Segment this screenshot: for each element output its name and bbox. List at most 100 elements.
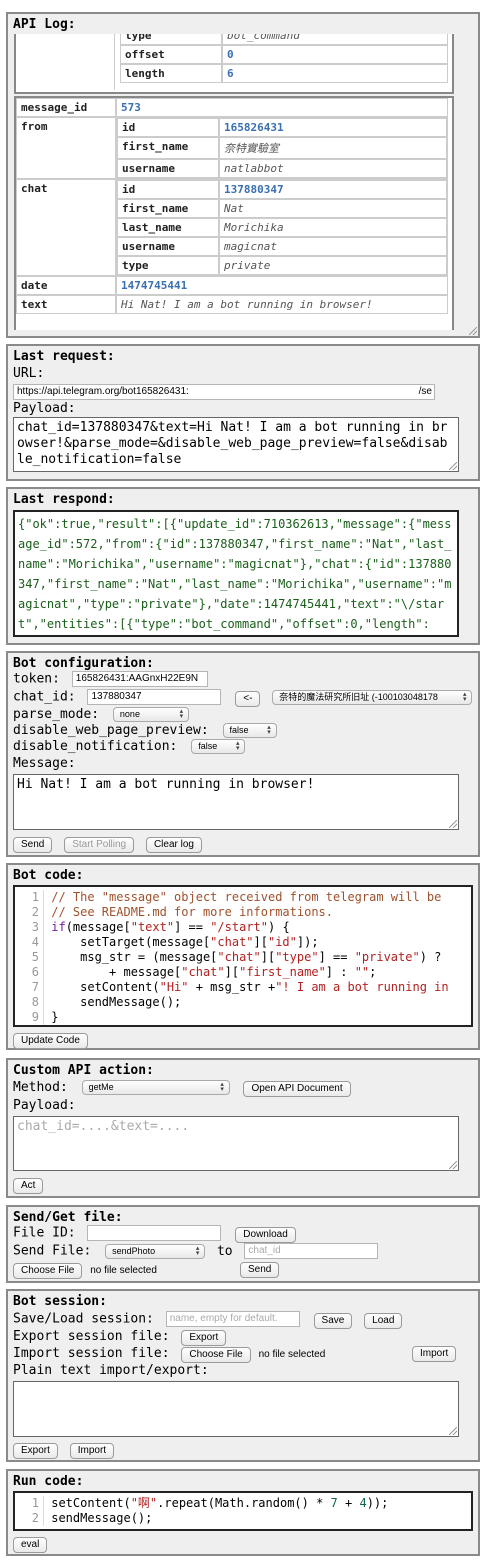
api-payload-textarea[interactable]: chat_id=....&text=.... <box>13 1116 459 1171</box>
line-number: 5 <box>15 950 44 965</box>
line-number: 6 <box>15 965 44 980</box>
notification-select[interactable]: false ▴ ▾ <box>191 739 246 754</box>
last-respond-panel: Last respond: {"ok":true,"result":[{"upd… <box>6 487 480 645</box>
payload-textarea[interactable]: chat_id=137880347&text=Hi Nat! I am a bo… <box>13 417 459 472</box>
export-session-file-button[interactable]: Export <box>181 1330 227 1346</box>
chat-select[interactable]: 奈特的魔法研究所旧址 (-100103048178 ▴ ▾ <box>272 689 473 705</box>
message-label: Message: <box>13 756 76 771</box>
log-key: text <box>16 295 116 314</box>
chat-key: username <box>117 237 219 256</box>
resize-grip-icon[interactable] <box>469 327 477 335</box>
code-line: 4 setTarget(message["chat"]["id"]); <box>15 935 471 950</box>
entity-row: length 6 <box>120 64 448 83</box>
session-name-input[interactable]: name, empty for default. <box>165 1311 300 1327</box>
send-file-panel: Send/Get file: File ID: Download Send Fi… <box>6 1205 480 1283</box>
resize-grip-icon[interactable] <box>449 820 457 828</box>
api-payload-placeholder: chat_id=....&text=.... <box>17 1119 190 1134</box>
chat-id-label: chat_id: <box>13 689 76 705</box>
update-code-button[interactable]: Update Code <box>13 1033 88 1049</box>
code-editor[interactable]: 1 // The "message" object received from … <box>13 885 473 1027</box>
plain-text-textarea[interactable] <box>13 1381 459 1437</box>
chat-id-input[interactable]: 137880347 <box>87 689 222 705</box>
import-session-file-button[interactable]: Import <box>412 1346 457 1362</box>
log-value: 573 <box>116 98 448 117</box>
select-arrows-icon: ▴ ▾ <box>235 740 240 752</box>
message-textarea[interactable]: Hi Nat! I am a bot running in browser! <box>13 774 459 830</box>
chat-key: type <box>117 256 219 275</box>
entities-block: type bot_command offset 0 length 6 <box>14 34 454 94</box>
clear-log-button[interactable]: Clear log <box>145 837 202 853</box>
custom-api-panel: Custom API action: Method: getMe ▴ ▾ Open … <box>6 1058 480 1198</box>
export-text-button[interactable]: Export <box>13 1443 58 1459</box>
url-suffix: /se <box>418 386 432 397</box>
target-chat-input[interactable]: chat_id <box>244 1243 379 1259</box>
run-code-title: Run code: <box>13 1474 84 1489</box>
chat-row: username magicnat <box>117 237 447 256</box>
url-value: https://api.telegram.org/bot165826431: <box>17 386 189 397</box>
send-button[interactable]: Send <box>13 837 53 853</box>
choose-file-button[interactable]: Choose File <box>13 1263 83 1279</box>
entity-row: offset 0 <box>120 45 448 64</box>
entity-value: 6 <box>222 64 448 83</box>
bot-code-panel: Bot code: 1 // The "message" object rece… <box>6 863 480 1050</box>
method-select[interactable]: getMe ▴ ▾ <box>81 1080 230 1095</box>
code-line: 8 sendMessage(); <box>15 995 471 1010</box>
preview-value: false <box>229 725 249 735</box>
chat-table: id 137880347 first_name Nat last_name Moric… <box>117 180 447 275</box>
method-label: Method: <box>13 1080 68 1095</box>
entity-key: type <box>120 34 222 45</box>
line-number: 4 <box>15 935 44 950</box>
send-file-label: Send File: <box>13 1243 92 1259</box>
code-line: 2 // See README.md for more informations… <box>15 905 471 920</box>
chat-row: type private <box>117 256 447 275</box>
select-arrows-icon: ▴ ▾ <box>179 708 184 720</box>
url-field[interactable]: https://api.telegram.org/bot165826431: /… <box>13 384 435 400</box>
choose-session-file-button[interactable]: Choose File <box>181 1347 251 1363</box>
send-method-select[interactable]: sendPhoto ▴ ▾ <box>105 1243 206 1259</box>
bot-config-panel: Bot configuration: token: 165826431:AAGn… <box>6 651 480 857</box>
bot-code-title: Bot code: <box>13 868 84 883</box>
last-request-title: Last request: <box>13 349 115 364</box>
preview-select[interactable]: false ▴ ▾ <box>222 723 277 738</box>
entity-value: bot_command <box>222 34 448 45</box>
respond-body: {"ok":true,"result":[{"update_id":710362… <box>13 510 459 637</box>
to-label: to <box>216 1243 233 1259</box>
load-session-button[interactable]: Load <box>364 1312 403 1329</box>
code-line: 6 + message["chat"]["first_name"] : ""; <box>15 965 471 980</box>
import-text-button[interactable]: Import <box>69 1443 115 1459</box>
from-row: username natlabbot <box>117 159 447 178</box>
download-button[interactable]: Download <box>235 1226 296 1243</box>
custom-api-title: Custom API action: <box>13 1063 154 1078</box>
act-button[interactable]: Act <box>13 1178 44 1194</box>
eval-button[interactable]: eval <box>13 1537 48 1553</box>
parse-mode-select[interactable]: none ▴ ▾ <box>112 707 189 722</box>
line-number: 3 <box>15 920 44 935</box>
entity-key: length <box>120 64 222 83</box>
plain-text-label: Plain text import/export: <box>13 1363 209 1378</box>
line-number: 2 <box>15 905 44 920</box>
entity-value: 0 <box>222 45 448 64</box>
save-session-button[interactable]: Save <box>313 1312 353 1329</box>
use-chat-button[interactable]: <- <box>235 690 261 707</box>
log-scroll-area[interactable]: type bot_command offset 0 length 6 message_… <box>14 34 458 330</box>
code-line: 2 sendMessage(); <box>15 1511 471 1526</box>
parse-mode-label: parse_mode: <box>13 707 100 722</box>
resize-grip-icon[interactable] <box>449 462 457 470</box>
start-polling-button[interactable]: Start Polling <box>64 837 135 853</box>
run-code-editor[interactable]: 1 setContent("啊".repeat(Math.random() * … <box>13 1491 473 1531</box>
file-id-input[interactable] <box>87 1225 222 1241</box>
resize-grip-icon[interactable] <box>449 1161 457 1169</box>
import-file-label: Import session file: <box>13 1346 170 1361</box>
payload-value: chat_id=137880347&text=Hi Nat! I am a bo… <box>17 420 448 467</box>
bot-session-panel: Bot session: Save/Load session: name, em… <box>6 1289 480 1462</box>
send-file-button[interactable]: Send <box>240 1262 280 1278</box>
token-input[interactable]: 165826431:AAGnxH22E9N <box>71 671 208 687</box>
chat-row: last_name Morichika <box>117 218 447 237</box>
resize-grip-icon[interactable] <box>449 1427 457 1435</box>
open-api-doc-button[interactable]: Open API Document <box>243 1081 351 1097</box>
bot-session-title: Bot session: <box>13 1294 107 1309</box>
log-row-chat: chat id 137880347 first_name Nat last_name… <box>16 179 448 276</box>
notification-label: disable_notification: <box>13 739 178 754</box>
code-line: 7 setContent("Hi" + msg_str +"! I am a b… <box>15 980 471 995</box>
log-row-text: text Hi Nat! I am a bot running in brows… <box>16 295 448 314</box>
